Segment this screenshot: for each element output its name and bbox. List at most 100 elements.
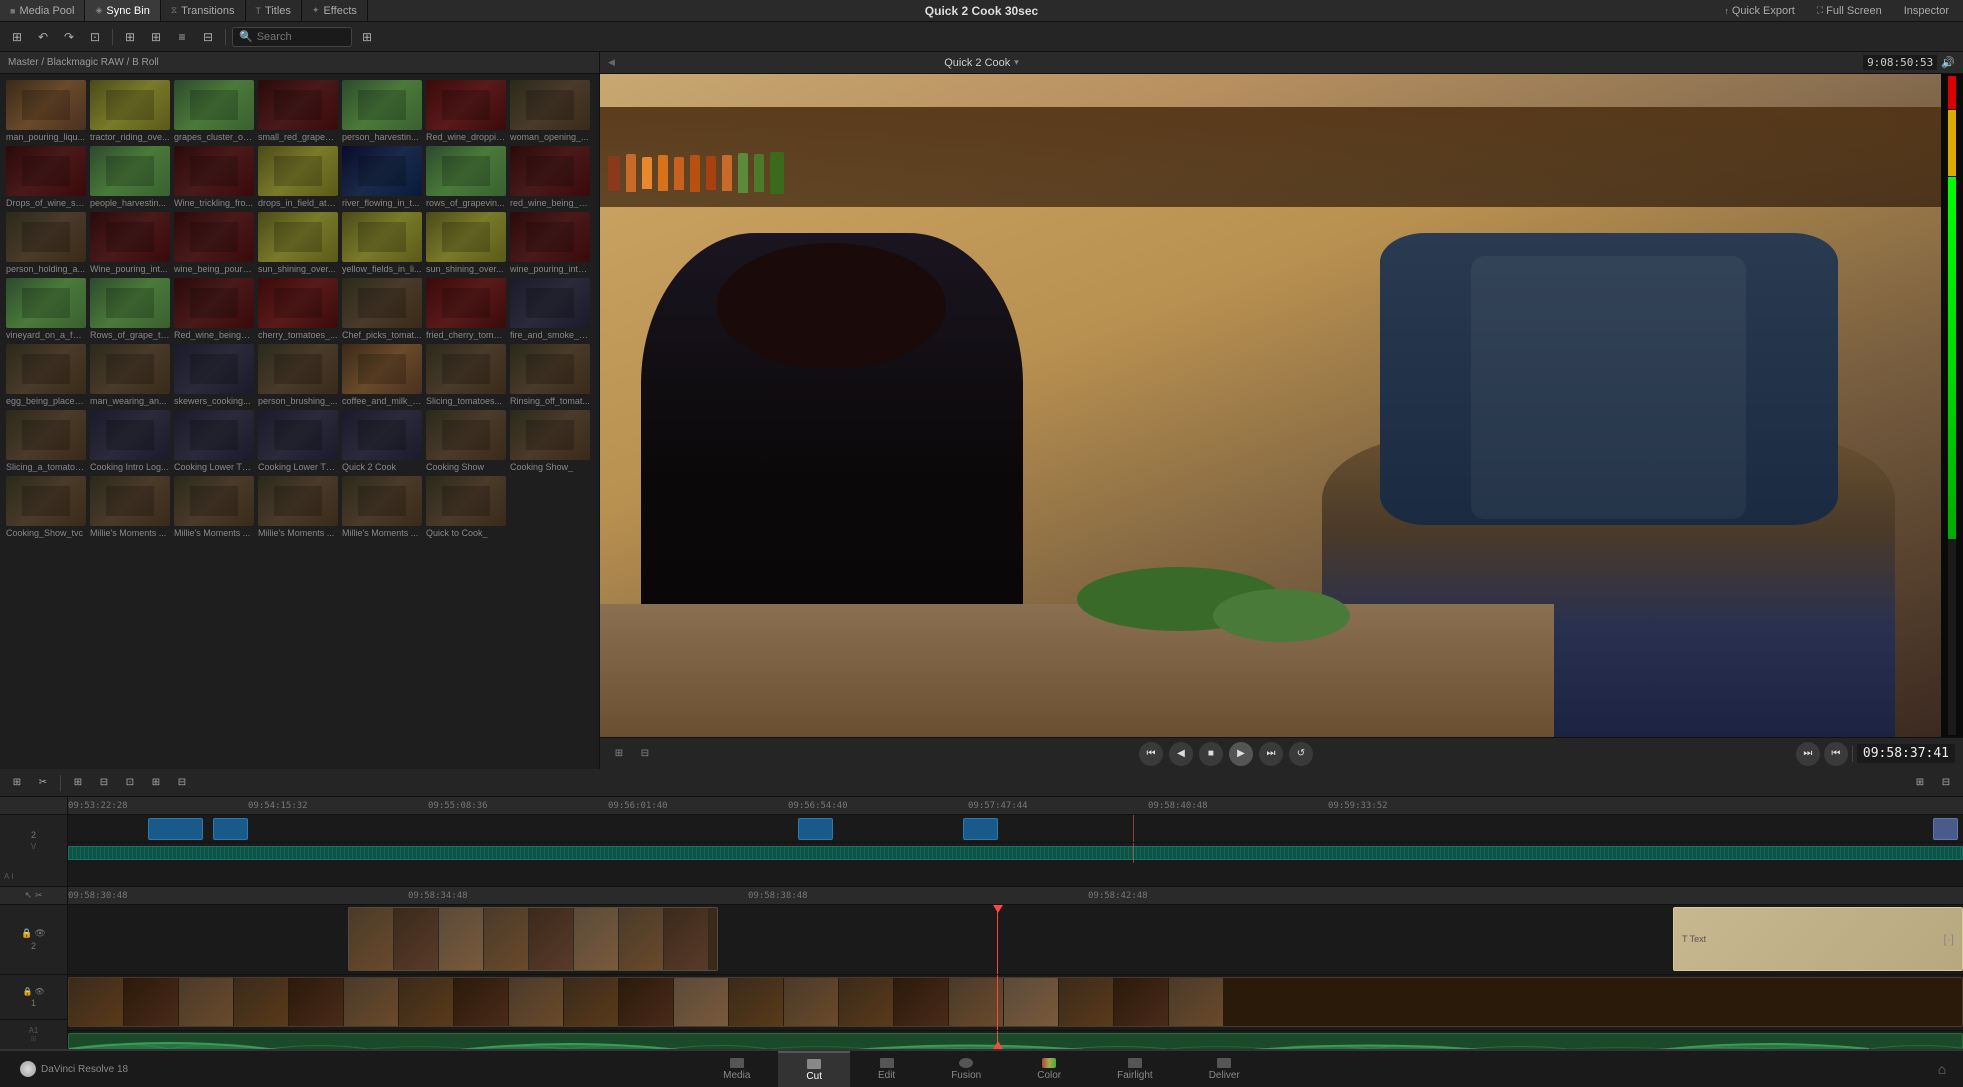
inspector-button[interactable]: Inspector	[1898, 3, 1955, 19]
nav-color[interactable]: Color	[1009, 1051, 1089, 1087]
full-screen-button[interactable]: ⛶ Full Screen	[1811, 3, 1888, 19]
tl-tool-7[interactable]: ⊟	[171, 773, 193, 793]
clip-v2-main-1[interactable]	[348, 907, 718, 971]
media-item[interactable]: Cooking Show	[426, 410, 506, 472]
media-item[interactable]: Slicing_a_tomato_...	[6, 410, 86, 472]
media-item[interactable]: Rows_of_grape_tr...	[90, 278, 170, 340]
media-item[interactable]: sun_shining_over...	[258, 212, 338, 274]
tl-tool-2[interactable]: ✂	[32, 773, 54, 793]
preview-title-chevron[interactable]: ▾	[1014, 57, 1019, 68]
media-item[interactable]: Millie's Moments ...	[258, 476, 338, 538]
clip-v2-5[interactable]	[1933, 818, 1958, 840]
tab-sync-bin[interactable]: ◈ Sync Bin	[85, 0, 160, 21]
audio-clip-full[interactable]	[68, 846, 1963, 860]
home-button[interactable]: ⌂	[1933, 1060, 1951, 1078]
media-item[interactable]: people_harvestin...	[90, 146, 170, 208]
tl-tool-3[interactable]: ⊞	[67, 773, 89, 793]
toolbar-btn-list[interactable]: ≡	[171, 27, 193, 47]
toolbar-btn-1[interactable]: ⊞	[6, 27, 28, 47]
media-item[interactable]: Cooking_Show_tvc	[6, 476, 86, 538]
media-item[interactable]: wine_being_poure...	[174, 212, 254, 274]
toolbar-btn-grid[interactable]: ⊞	[145, 27, 167, 47]
loop-btn[interactable]: ↺	[1289, 742, 1313, 766]
media-item[interactable]: river_flowing_in_t...	[342, 146, 422, 208]
media-item[interactable]: rows_of_grapevin...	[426, 146, 506, 208]
nav-media[interactable]: Media	[695, 1051, 778, 1087]
nav-deliver[interactable]: Deliver	[1181, 1051, 1268, 1087]
media-item[interactable]: Slicing_tomatoes...	[426, 344, 506, 406]
tl-tool-4[interactable]: ⊟	[93, 773, 115, 793]
media-item[interactable]: Rinsing_off_tomat...	[510, 344, 590, 406]
nav-cut[interactable]: Cut	[778, 1051, 850, 1087]
media-item[interactable]: Quick to Cook_	[426, 476, 506, 538]
tab-transitions[interactable]: ⧖ Transitions	[161, 0, 246, 21]
media-item[interactable]: person_harvestin...	[342, 80, 422, 142]
media-item[interactable]: Cooking Intro Log...	[90, 410, 170, 472]
toolbar-btn-3[interactable]: ↷	[58, 27, 80, 47]
clip-v2-2[interactable]	[213, 818, 248, 840]
playback-settings-btn[interactable]: ⊞	[608, 744, 630, 764]
media-item[interactable]: tractor_riding_ove...	[90, 80, 170, 142]
tab-media-pool[interactable]: ■ Media Pool	[0, 0, 85, 21]
tl-view-1[interactable]: ⊞	[1909, 773, 1931, 793]
go-to-end-btn[interactable]: ⏭	[1259, 742, 1283, 766]
media-item[interactable]: Cooking Show_	[510, 410, 590, 472]
media-item[interactable]: person_holding_a...	[6, 212, 86, 274]
media-item[interactable]: fried_cherry_toma...	[426, 278, 506, 340]
media-item[interactable]: Chef_picks_tomat...	[342, 278, 422, 340]
quick-export-button[interactable]: ↑ Quick Export	[1718, 3, 1800, 19]
nav-fairlight[interactable]: Fairlight	[1089, 1051, 1181, 1087]
tl-view-2[interactable]: ⊟	[1935, 773, 1957, 793]
tl-tool-1[interactable]: ⊞	[6, 773, 28, 793]
skip-fwd-btn[interactable]: ⏮	[1824, 742, 1848, 766]
toolbar-btn-4[interactable]: ⊡	[84, 27, 106, 47]
media-item[interactable]: drops_in_field_at_...	[258, 146, 338, 208]
go-to-start-btn[interactable]: ⏮	[1139, 742, 1163, 766]
v-track-lock-icon[interactable]: 🔒	[21, 928, 32, 939]
clip-v2-3[interactable]	[798, 818, 833, 840]
media-item[interactable]: Quick 2 Cook	[342, 410, 422, 472]
media-item[interactable]: woman_opening_...	[510, 80, 590, 142]
media-item[interactable]: vineyard_on_a_far...	[6, 278, 86, 340]
toolbar-btn-filter[interactable]: ⊞	[356, 27, 378, 47]
v1-track-lock[interactable]: 🔒	[22, 987, 32, 996]
media-item[interactable]: Red_wine_being_p...	[174, 278, 254, 340]
tl-arrow-tool[interactable]: ↖	[24, 890, 32, 901]
tl-tool-5[interactable]: ⊡	[119, 773, 141, 793]
clip-v2-1[interactable]	[148, 818, 203, 840]
tab-titles[interactable]: T Titles	[246, 0, 302, 21]
media-item[interactable]: Cooking Lower Thi...	[174, 410, 254, 472]
media-item[interactable]: Millie's Moments ...	[90, 476, 170, 538]
media-item[interactable]: wine_pouring_into...	[510, 212, 590, 274]
audio-waveform[interactable]	[68, 1033, 1963, 1049]
media-item[interactable]: fire_and_smoke_c...	[510, 278, 590, 340]
media-item[interactable]: red_wine_being_p...	[510, 146, 590, 208]
play-btn[interactable]: ▶	[1229, 742, 1253, 766]
media-item[interactable]: cherry_tomatoes_...	[258, 278, 338, 340]
media-item[interactable]: Red_wine_droppin...	[426, 80, 506, 142]
media-item[interactable]: coffee_and_milk_b...	[342, 344, 422, 406]
media-item[interactable]: grapes_cluster_on...	[174, 80, 254, 142]
clip-text-title[interactable]: T Text [·]	[1673, 907, 1963, 971]
media-item[interactable]: man_wearing_an...	[90, 344, 170, 406]
media-item[interactable]: Cooking Lower Thi...	[258, 410, 338, 472]
clip-v1-main[interactable]	[68, 977, 1963, 1027]
media-item[interactable]: Millie's Moments ...	[174, 476, 254, 538]
media-item[interactable]: Drops_of_wine_sp...	[6, 146, 86, 208]
media-item[interactable]: egg_being_placed...	[6, 344, 86, 406]
nav-edit[interactable]: Edit	[850, 1051, 923, 1087]
nav-fusion[interactable]: Fusion	[923, 1051, 1009, 1087]
media-item[interactable]: sun_shining_over...	[426, 212, 506, 274]
media-item[interactable]: person_brushing_...	[258, 344, 338, 406]
v1-track-eye[interactable]: 👁	[34, 987, 44, 996]
media-item[interactable]: Wine_pouring_int...	[90, 212, 170, 274]
toolbar-btn-5[interactable]: ⊞	[119, 27, 141, 47]
stop-btn[interactable]: ■	[1199, 742, 1223, 766]
playback-in-out-btn[interactable]: ⊟	[634, 744, 656, 764]
media-item[interactable]: yellow_fields_in_li...	[342, 212, 422, 274]
search-input[interactable]	[257, 31, 347, 43]
toolbar-btn-2[interactable]: ↶	[32, 27, 54, 47]
search-box[interactable]: 🔍	[232, 27, 352, 47]
tab-effects[interactable]: ✦ Effects	[302, 0, 368, 21]
media-item[interactable]: man_pouring_liqu...	[6, 80, 86, 142]
